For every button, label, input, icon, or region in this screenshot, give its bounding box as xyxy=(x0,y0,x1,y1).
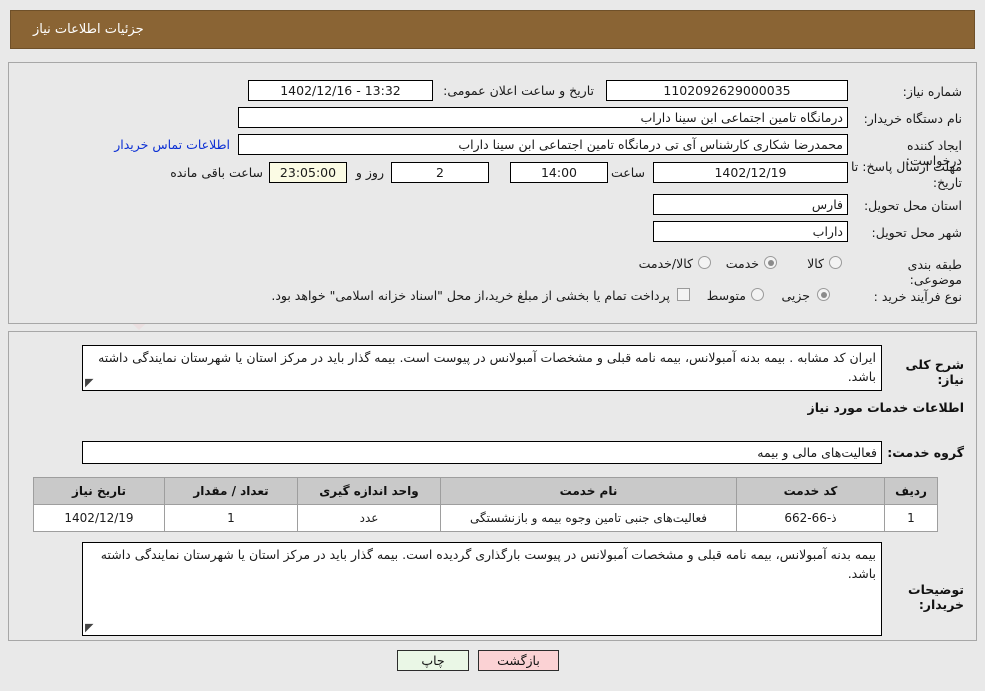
process-label-motavaset: متوسط xyxy=(706,288,746,303)
resize-handle-icon[interactable]: ◥ xyxy=(85,376,97,389)
page-title: جزئیات اطلاعات نیاز xyxy=(33,22,144,37)
process-label: نوع فرآیند خرید : xyxy=(873,289,962,304)
col-header-date: تاریخ نیاز xyxy=(33,477,165,505)
cell-row: 1 xyxy=(884,504,938,532)
category-radio-khedmat[interactable] xyxy=(764,256,777,269)
cell-quantity: 1 xyxy=(164,504,298,532)
deadline-time-value: 14:00 xyxy=(510,162,608,183)
col-header-quantity: تعداد / مقدار xyxy=(164,477,298,505)
deadline-label: مهلت ارسال پاسخ: تا تاریخ: xyxy=(851,159,962,190)
process-label-jozei: جزیی xyxy=(781,288,810,303)
services-table: ردیف کد خدمت نام خدمت واحد اندازه گیری ت… xyxy=(33,477,938,532)
description-textarea[interactable]: ایران کد مشابه . بیمه بدنه آمبولانس، بیم… xyxy=(82,345,882,391)
announce-datetime-label: تاریخ و ساعت اعلان عمومی: xyxy=(443,83,594,98)
print-button[interactable]: چاپ xyxy=(397,650,469,671)
col-header-row: ردیف xyxy=(884,477,938,505)
process-radio-motavaset[interactable] xyxy=(751,288,764,301)
city-value: داراب xyxy=(653,221,848,242)
announce-datetime-value: 13:32 - 1402/12/16 xyxy=(248,80,433,101)
deadline-date-value: 1402/12/19 xyxy=(653,162,848,183)
remaining-days-value: 2 xyxy=(391,162,489,183)
need-info-panel: شماره نیاز: 1102092629000035 تاریخ و ساع… xyxy=(8,62,977,324)
hour-label: ساعت xyxy=(610,165,645,180)
back-button[interactable]: بازگشت xyxy=(478,650,559,671)
province-value: فارس xyxy=(653,194,848,215)
buyer-notes-label: توضیحات خریدار: xyxy=(908,582,964,612)
description-value: ایران کد مشابه . بیمه بدنه آمبولانس، بیم… xyxy=(98,350,876,384)
description-label: شرح کلی نیاز: xyxy=(905,357,964,387)
city-label: شهر محل تحویل: xyxy=(871,225,962,240)
category-label-kala-khedmat: کالا/خدمت xyxy=(638,256,693,271)
services-section-heading: اطلاعات خدمات مورد نیاز xyxy=(807,400,965,415)
category-label-khedmat: خدمت xyxy=(725,256,759,271)
days-label: روز و xyxy=(355,165,384,180)
category-label: طبقه بندی موضوعی: xyxy=(907,257,962,287)
details-panel: شرح کلی نیاز: ایران کد مشابه . بیمه بدنه… xyxy=(8,331,977,641)
province-label: استان محل تحویل: xyxy=(863,198,962,213)
col-header-code: کد خدمت xyxy=(736,477,885,505)
service-group-label: گروه خدمت: xyxy=(887,445,964,460)
category-radio-kala-khedmat[interactable] xyxy=(698,256,711,269)
treasury-bond-checkbox[interactable] xyxy=(677,288,690,301)
buyer-contact-link[interactable]: اطلاعات تماس خریدار xyxy=(114,134,230,155)
need-number-label: شماره نیاز: xyxy=(902,84,962,99)
need-number-value: 1102092629000035 xyxy=(606,80,848,101)
buyer-org-value: درمانگاه تامین اجتماعی ابن سینا داراب xyxy=(238,107,848,128)
service-group-value: فعالیت‌های مالی و بیمه xyxy=(82,441,882,464)
col-header-unit: واحد اندازه گیری xyxy=(297,477,441,505)
table-header-row: ردیف کد خدمت نام خدمت واحد اندازه گیری ت… xyxy=(33,477,938,505)
buyer-notes-textarea[interactable]: بیمه بدنه آمبولانس، بیمه نامه قبلی و مشخ… xyxy=(82,542,882,636)
cell-name: فعالیت‌های جنبی تامین وجوه بیمه و بازنشس… xyxy=(440,504,737,532)
buyer-org-label: نام دستگاه خریدار: xyxy=(863,111,962,126)
process-radio-jozei[interactable] xyxy=(817,288,830,301)
table-row: 1 ذ-66-662 فعالیت‌های جنبی تامین وجوه بی… xyxy=(33,504,938,532)
page-header-banner: جزئیات اطلاعات نیاز xyxy=(10,10,975,49)
cell-date: 1402/12/19 xyxy=(33,504,165,532)
treasury-bond-label: پرداخت تمام یا بخشی از مبلغ خرید،از محل … xyxy=(271,288,670,303)
cell-unit: عدد xyxy=(297,504,441,532)
remaining-time-label: ساعت باقی مانده xyxy=(170,165,263,180)
remaining-time-value: 23:05:00 xyxy=(269,162,347,183)
col-header-name: نام خدمت xyxy=(440,477,737,505)
buyer-notes-value: بیمه بدنه آمبولانس، بیمه نامه قبلی و مشخ… xyxy=(100,547,876,581)
cell-code: ذ-66-662 xyxy=(736,504,885,532)
requester-value: محمدرضا شکاری کارشناس آی تی درمانگاه تام… xyxy=(238,134,848,155)
category-label-kala: کالا xyxy=(807,256,824,271)
resize-handle-icon[interactable]: ◥ xyxy=(85,621,97,634)
category-radio-kala[interactable] xyxy=(829,256,842,269)
